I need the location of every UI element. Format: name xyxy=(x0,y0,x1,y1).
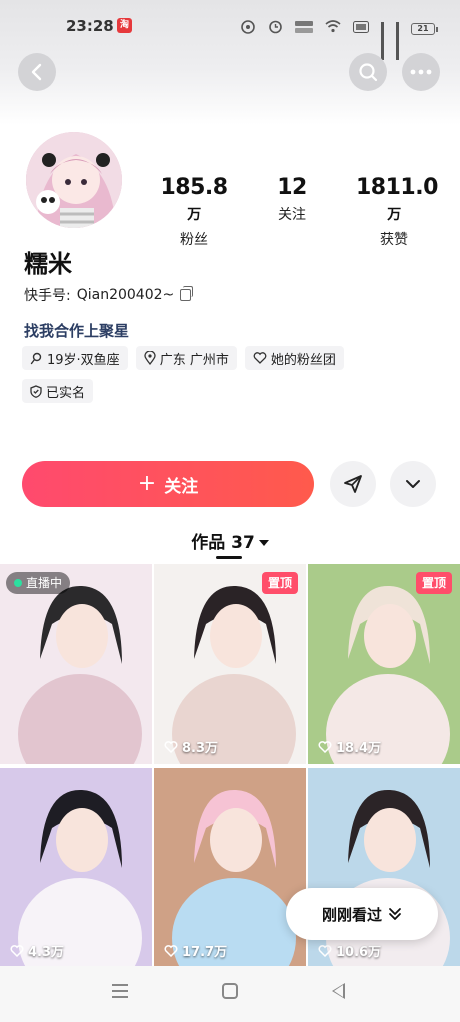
network-speed-icon xyxy=(295,20,313,38)
hd-icon xyxy=(353,20,369,37)
tag-row-1: 19岁·双鱼座 广东 广州市 她的粉丝团 xyxy=(22,346,344,370)
chevron-left-icon xyxy=(31,63,42,81)
status-bar: 23:28 淘 21 xyxy=(0,0,460,60)
tag-verified-text: 已实名 xyxy=(46,385,86,401)
avatar[interactable] xyxy=(24,130,124,230)
heart-outline-icon xyxy=(253,352,267,364)
heart-outline-icon xyxy=(10,944,24,957)
more-dots-icon xyxy=(410,69,432,75)
verified-shield-icon xyxy=(30,384,42,398)
location-pin-icon xyxy=(144,351,156,365)
double-chevron-down-icon xyxy=(389,908,401,920)
back-button[interactable] xyxy=(18,53,56,91)
stat-likes-label: 获赞 xyxy=(380,232,408,248)
work-thumbnail-image xyxy=(308,564,460,764)
alarm-icon xyxy=(268,19,283,38)
stat-fans-value: 185.8万 xyxy=(160,175,228,223)
tag-fan-club[interactable]: 她的粉丝团 xyxy=(244,346,344,370)
tag-age[interactable]: 19岁·双鱼座 xyxy=(22,346,128,370)
work-likes: 4.3万 xyxy=(10,941,64,960)
stat-fans-label: 粉丝 xyxy=(180,232,208,248)
copy-icon[interactable] xyxy=(180,286,194,301)
heart-outline-icon xyxy=(318,944,332,957)
heart-outline-icon xyxy=(164,944,178,957)
work-likes-count: 18.4万 xyxy=(336,741,382,756)
battery-icon: 21 xyxy=(411,22,438,35)
tab-works-label: 作品 37 xyxy=(191,533,255,553)
work-thumbnail[interactable]: 17.7万 xyxy=(154,768,306,968)
follow-button[interactable]: + 关注 xyxy=(22,461,314,507)
system-nav-bar xyxy=(0,966,460,1022)
profile-name: 糯米 xyxy=(24,250,72,278)
work-likes: 17.7万 xyxy=(164,941,227,960)
back-triangle-icon[interactable] xyxy=(332,983,345,999)
search-person-icon xyxy=(30,352,42,364)
expand-button[interactable] xyxy=(390,461,436,507)
tag-location[interactable]: 广东 广州市 xyxy=(135,346,237,370)
share-send-icon xyxy=(344,475,362,493)
work-likes-count: 4.3万 xyxy=(28,945,65,960)
tab-works-underline xyxy=(216,556,242,559)
work-likes: 18.4万 xyxy=(318,737,381,756)
status-time: 23:28 xyxy=(66,17,114,35)
taobao-app-icon: 淘 xyxy=(117,18,132,33)
caret-down-icon xyxy=(258,540,269,546)
menu-lines-icon[interactable] xyxy=(112,984,128,998)
work-thumbnail[interactable]: 直播中 xyxy=(0,564,152,764)
work-likes-count: 10.6万 xyxy=(336,945,382,960)
pinned-badge: 置顶 xyxy=(261,572,298,594)
work-thumbnail-image xyxy=(154,768,306,968)
stat-likes-value: 1811.0万 xyxy=(356,175,438,223)
stat-following-value: 12 xyxy=(277,175,307,200)
signal-icon-2 xyxy=(396,21,399,60)
work-thumbnail[interactable]: 置顶 8.3万 xyxy=(154,564,306,764)
tab-works[interactable]: 作品 37 xyxy=(0,528,460,553)
search-button[interactable] xyxy=(349,53,387,91)
wifi-icon xyxy=(325,20,341,37)
work-likes: 8.3万 xyxy=(164,737,218,756)
signal-icon xyxy=(381,21,384,60)
work-likes: 10.6万 xyxy=(318,941,381,960)
pinned-badge: 置顶 xyxy=(415,572,452,594)
cooperate-link[interactable]: 找我合作上聚星 xyxy=(24,320,129,341)
status-icons: 21 xyxy=(240,19,438,60)
work-thumbnail-image xyxy=(0,768,152,968)
work-thumbnail-image xyxy=(0,564,152,764)
plus-icon: + xyxy=(137,471,157,496)
heart-outline-icon xyxy=(164,740,178,753)
work-thumbnail-image xyxy=(154,564,306,764)
heart-outline-icon xyxy=(318,740,332,753)
live-badge: 直播中 xyxy=(6,572,71,594)
recently-viewed-label: 刚刚看过 xyxy=(321,905,382,924)
stat-likes[interactable]: 1811.0万 获赞 xyxy=(356,175,438,249)
follow-label: 关注 xyxy=(164,476,199,497)
tag-age-text: 19岁·双鱼座 xyxy=(47,352,120,368)
tag-location-text: 广东 广州市 xyxy=(159,352,229,368)
recently-viewed-button[interactable]: 刚刚看过 xyxy=(286,888,438,940)
stat-fans[interactable]: 185.8万 粉丝 xyxy=(158,175,230,249)
avatar-illustration xyxy=(26,132,122,228)
kuaishou-id-prefix: 快手号: xyxy=(24,288,71,304)
notification-icon xyxy=(240,19,256,38)
work-likes-count: 8.3万 xyxy=(182,741,219,756)
stat-following-label: 关注 xyxy=(278,207,306,223)
tag-fan-club-text: 她的粉丝团 xyxy=(270,352,336,368)
tag-row-2: 已实名 xyxy=(22,379,94,403)
search-icon xyxy=(359,63,378,82)
work-likes-count: 17.7万 xyxy=(182,945,228,960)
stat-following[interactable]: 12 关注 xyxy=(268,175,316,224)
home-square-icon[interactable] xyxy=(222,983,238,999)
kuaishou-id[interactable]: 快手号: Qian200402~ xyxy=(24,285,194,305)
share-button[interactable] xyxy=(330,461,376,507)
kuaishou-id-value: Qian200402~ xyxy=(76,287,175,303)
work-thumbnail[interactable]: 置顶 18.4万 xyxy=(308,564,460,764)
more-button[interactable] xyxy=(402,53,440,91)
chevron-down-icon xyxy=(406,480,420,488)
tag-verified[interactable]: 已实名 xyxy=(22,379,94,403)
work-thumbnail[interactable]: 4.3万 xyxy=(0,768,152,968)
